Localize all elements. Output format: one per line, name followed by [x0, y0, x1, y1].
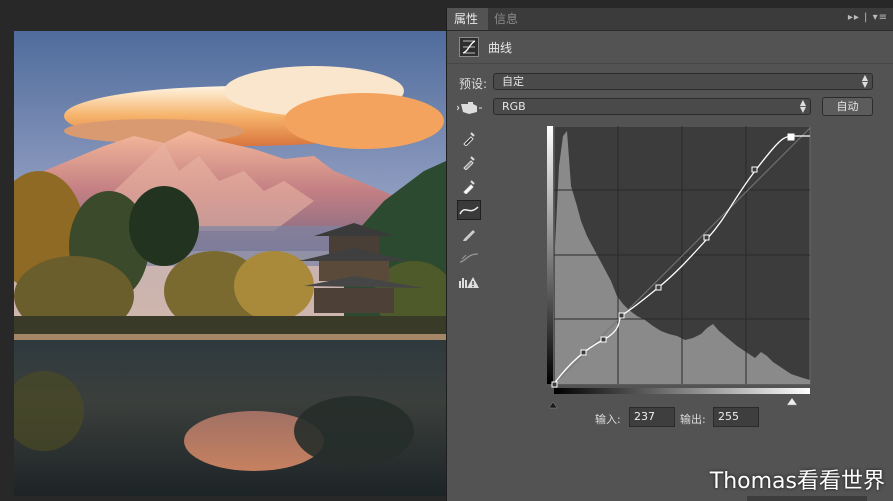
black-eyedropper-icon[interactable]: [457, 128, 481, 148]
updown-arrow-icon: ▲ ▼: [861, 73, 868, 89]
black-point-slider[interactable]: [548, 401, 558, 409]
curve-point[interactable]: [751, 166, 758, 173]
tab-info[interactable]: 信息: [487, 8, 525, 30]
white-point-slider[interactable]: [786, 397, 798, 406]
curve-tool-icon[interactable]: [457, 200, 481, 220]
curves-adjustment-icon: [459, 37, 479, 57]
output-gradient-bar: [547, 126, 553, 384]
curves-graph[interactable]: [547, 126, 813, 411]
channel-dropdown[interactable]: RGB ▲ ▼: [493, 98, 811, 115]
curve-point-selected[interactable]: [787, 133, 795, 141]
gray-eyedropper-icon[interactable]: [457, 152, 481, 172]
panel-tab-bar: 属性 信息 ▸▸ | ▾≡: [447, 8, 893, 31]
curve-point[interactable]: [551, 381, 558, 388]
curve-point[interactable]: [618, 312, 625, 319]
mountain-pagoda-image: [14, 31, 446, 496]
curve-point[interactable]: [655, 284, 662, 291]
panel-bottom-bar: [747, 496, 867, 501]
preset-label: 预设:: [459, 77, 488, 91]
tab-properties[interactable]: 属性: [447, 8, 488, 30]
double-chevron-menu-icon[interactable]: ▸▸ | ▾≡: [848, 12, 888, 23]
hand-target-icon[interactable]: [456, 98, 483, 118]
clipping-warning-icon[interactable]: [457, 272, 481, 292]
auto-button[interactable]: 自动: [822, 97, 873, 116]
white-eyedropper-icon[interactable]: [457, 176, 481, 196]
watermark: Thomas看看世界: [709, 469, 885, 494]
panel-title-row: 曲线: [447, 31, 893, 64]
document-canvas[interactable]: [0, 0, 446, 501]
curve-point[interactable]: [580, 349, 587, 356]
properties-panel: 属性 信息 ▸▸ | ▾≡ 曲线 预设: 自定 ▲ ▼ RGB ▲ ▼ 自动 输…: [446, 8, 893, 501]
landscape-photo[interactable]: [14, 31, 446, 496]
preset-dropdown[interactable]: 自定 ▲ ▼: [493, 73, 873, 90]
channel-value: RGB: [502, 100, 526, 113]
output-label: 输出:: [680, 413, 706, 426]
curve-point[interactable]: [703, 234, 710, 241]
input-gradient-bar: [554, 388, 810, 394]
panel-title: 曲线: [488, 41, 513, 55]
curve-point[interactable]: [600, 336, 607, 343]
preset-value: 自定: [502, 75, 524, 88]
input-value-field[interactable]: 237: [629, 407, 675, 427]
pencil-icon[interactable]: [457, 224, 481, 244]
output-value-field[interactable]: 255: [713, 407, 759, 427]
updown-arrow-icon: ▲ ▼: [799, 98, 806, 114]
smooth-curve-icon[interactable]: [457, 248, 481, 268]
input-label: 输入:: [595, 413, 621, 426]
